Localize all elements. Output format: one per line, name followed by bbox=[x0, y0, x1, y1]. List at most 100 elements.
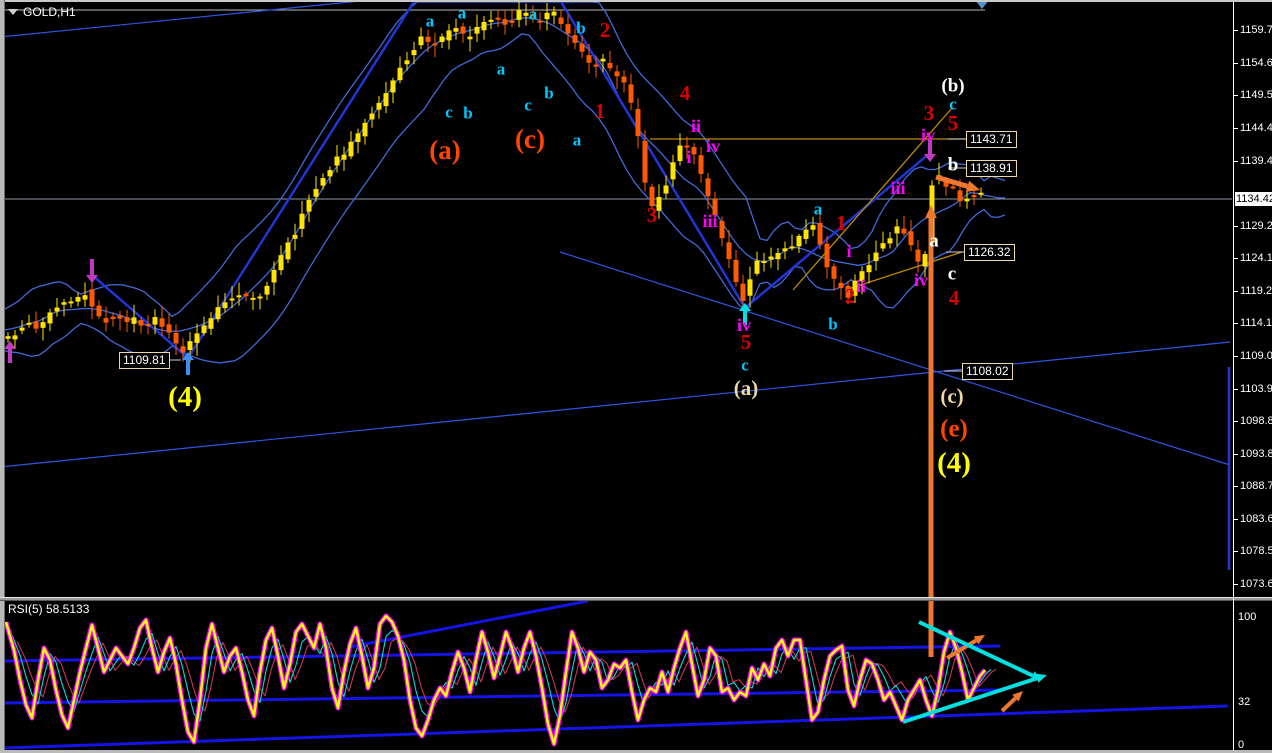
elliott-wave-label[interactable]: (a) bbox=[734, 376, 759, 401]
elliott-wave-label[interactable]: 3 bbox=[647, 203, 658, 228]
candle-body bbox=[887, 238, 893, 244]
candle-body bbox=[698, 155, 704, 174]
elliott-wave-label[interactable]: (e) bbox=[940, 415, 968, 443]
candle-body bbox=[446, 30, 452, 41]
elliott-wave-label[interactable]: a bbox=[929, 231, 939, 253]
candle-body bbox=[383, 93, 389, 107]
elliott-wave-label[interactable]: (c) bbox=[515, 124, 545, 155]
candle-body bbox=[453, 28, 459, 32]
elliott-wave-label[interactable]: a bbox=[458, 4, 467, 24]
arrow-head[interactable] bbox=[925, 205, 937, 218]
elliott-wave-label[interactable]: (a) bbox=[429, 135, 460, 166]
elliott-wave-label[interactable]: i bbox=[686, 147, 691, 168]
symbol-timeframe-label[interactable]: GOLD,H1 bbox=[8, 5, 76, 19]
elliott-wave-label[interactable]: c bbox=[741, 356, 749, 376]
elliott-wave-label[interactable]: iv bbox=[706, 136, 720, 157]
trendline[interactable] bbox=[186, 0, 417, 359]
elliott-wave-label[interactable]: (4) bbox=[937, 447, 971, 480]
candle-body bbox=[509, 20, 515, 23]
elliott-wave-label[interactable]: 4 bbox=[680, 81, 691, 106]
candle-body bbox=[908, 231, 914, 246]
elliott-wave-label[interactable]: (b) bbox=[941, 76, 964, 98]
elliott-wave-label[interactable]: a bbox=[529, 5, 538, 25]
price-level-tag[interactable]: 1143.71 bbox=[966, 131, 1017, 148]
elliott-wave-label[interactable]: c bbox=[524, 96, 532, 116]
trendline[interactable] bbox=[559, 251, 1231, 466]
candle-body bbox=[12, 335, 18, 340]
candle-body bbox=[467, 36, 473, 40]
price-level-tag[interactable]: 1126.32 bbox=[964, 244, 1015, 261]
elliott-wave-label[interactable]: c bbox=[445, 103, 453, 123]
elliott-wave-label[interactable]: a bbox=[814, 200, 823, 220]
price-axis-label: 1109.02 bbox=[1240, 350, 1272, 362]
candle-body bbox=[243, 293, 249, 297]
arrow-shaft[interactable] bbox=[1000, 696, 1017, 713]
elliott-wave-label[interactable]: 2 bbox=[600, 18, 611, 43]
axis-tick bbox=[1233, 161, 1238, 162]
elliott-wave-label[interactable]: b bbox=[544, 84, 553, 104]
price-level-tag[interactable]: 1108.02 bbox=[962, 363, 1013, 380]
elliott-wave-label[interactable]: b bbox=[576, 19, 585, 39]
axis-tick bbox=[1233, 551, 1238, 552]
candle-body bbox=[481, 21, 487, 31]
candle-body bbox=[138, 320, 144, 326]
candle-body bbox=[19, 327, 25, 331]
axis-tick bbox=[1233, 291, 1238, 292]
elliott-wave-label[interactable]: c bbox=[948, 264, 956, 286]
elliott-wave-label[interactable]: b bbox=[948, 155, 959, 177]
elliott-wave-label[interactable]: a bbox=[573, 131, 582, 151]
candle-body bbox=[866, 265, 872, 273]
axis-tick bbox=[1233, 226, 1238, 227]
candle-body bbox=[873, 252, 879, 262]
elliott-wave-label[interactable]: b bbox=[463, 104, 472, 124]
axis-tick bbox=[1233, 584, 1238, 585]
elliott-wave-label[interactable]: 3 bbox=[924, 101, 935, 126]
elliott-wave-label[interactable]: iv bbox=[737, 315, 751, 336]
arrow-head[interactable] bbox=[1035, 673, 1047, 683]
candle-body bbox=[271, 269, 277, 283]
arrow-shaft[interactable] bbox=[935, 174, 969, 189]
elliott-wave-label[interactable]: 5 bbox=[948, 111, 959, 136]
arrow-shaft[interactable] bbox=[918, 620, 1034, 678]
panel-splitter[interactable] bbox=[0, 597, 1272, 601]
elliott-wave-label[interactable]: iv bbox=[914, 270, 928, 291]
elliott-wave-label[interactable]: i bbox=[846, 241, 851, 262]
candle-body bbox=[404, 60, 410, 65]
price-axis-label: 1078.57 bbox=[1240, 545, 1272, 557]
axis-tick bbox=[1233, 128, 1238, 129]
elliott-wave-label[interactable]: (4) bbox=[168, 381, 202, 414]
up-arrow-marker[interactable] bbox=[4, 341, 16, 349]
price-level-tag[interactable]: 1109.81 bbox=[119, 352, 170, 369]
elliott-wave-label[interactable]: iii bbox=[702, 211, 717, 232]
candle-body bbox=[208, 318, 214, 329]
candle-body bbox=[47, 312, 53, 324]
candle-body bbox=[89, 289, 95, 307]
candle-body bbox=[761, 260, 767, 263]
candle-body bbox=[516, 10, 522, 20]
arrow-head[interactable] bbox=[965, 180, 980, 192]
chevron-down-icon[interactable] bbox=[8, 9, 18, 15]
elliott-wave-label[interactable]: b bbox=[828, 315, 837, 335]
elliott-wave-label[interactable]: a bbox=[497, 60, 506, 80]
axis-tick bbox=[1233, 421, 1238, 422]
price-axis-label: 1159.72 bbox=[1240, 24, 1272, 36]
elliott-wave-label[interactable]: iii bbox=[890, 178, 905, 199]
candle-body bbox=[768, 256, 774, 260]
elliott-wave-label[interactable]: 4 bbox=[949, 286, 960, 311]
elliott-wave-label[interactable]: 1 bbox=[595, 99, 606, 124]
candle-body bbox=[642, 140, 648, 183]
elliott-wave-label[interactable]: iv bbox=[921, 125, 935, 146]
candle-body bbox=[222, 302, 228, 309]
candle-body bbox=[341, 154, 347, 160]
elliott-wave-label[interactable]: (c) bbox=[940, 384, 963, 409]
price-level-tag[interactable]: 1138.91 bbox=[966, 160, 1017, 177]
price-axis-label: 1073.62 bbox=[1240, 578, 1272, 590]
elliott-wave-label[interactable]: a bbox=[426, 12, 435, 32]
candle-body bbox=[397, 67, 403, 81]
elliott-wave-label[interactable]: 1 bbox=[836, 211, 847, 236]
candle-body bbox=[803, 229, 809, 239]
elliott-wave-label[interactable]: ii bbox=[856, 276, 866, 297]
elliott-wave-label[interactable]: 2 bbox=[845, 284, 856, 309]
elliott-wave-label[interactable]: ii bbox=[691, 116, 701, 137]
price-axis-label: 1124.17 bbox=[1240, 252, 1272, 264]
